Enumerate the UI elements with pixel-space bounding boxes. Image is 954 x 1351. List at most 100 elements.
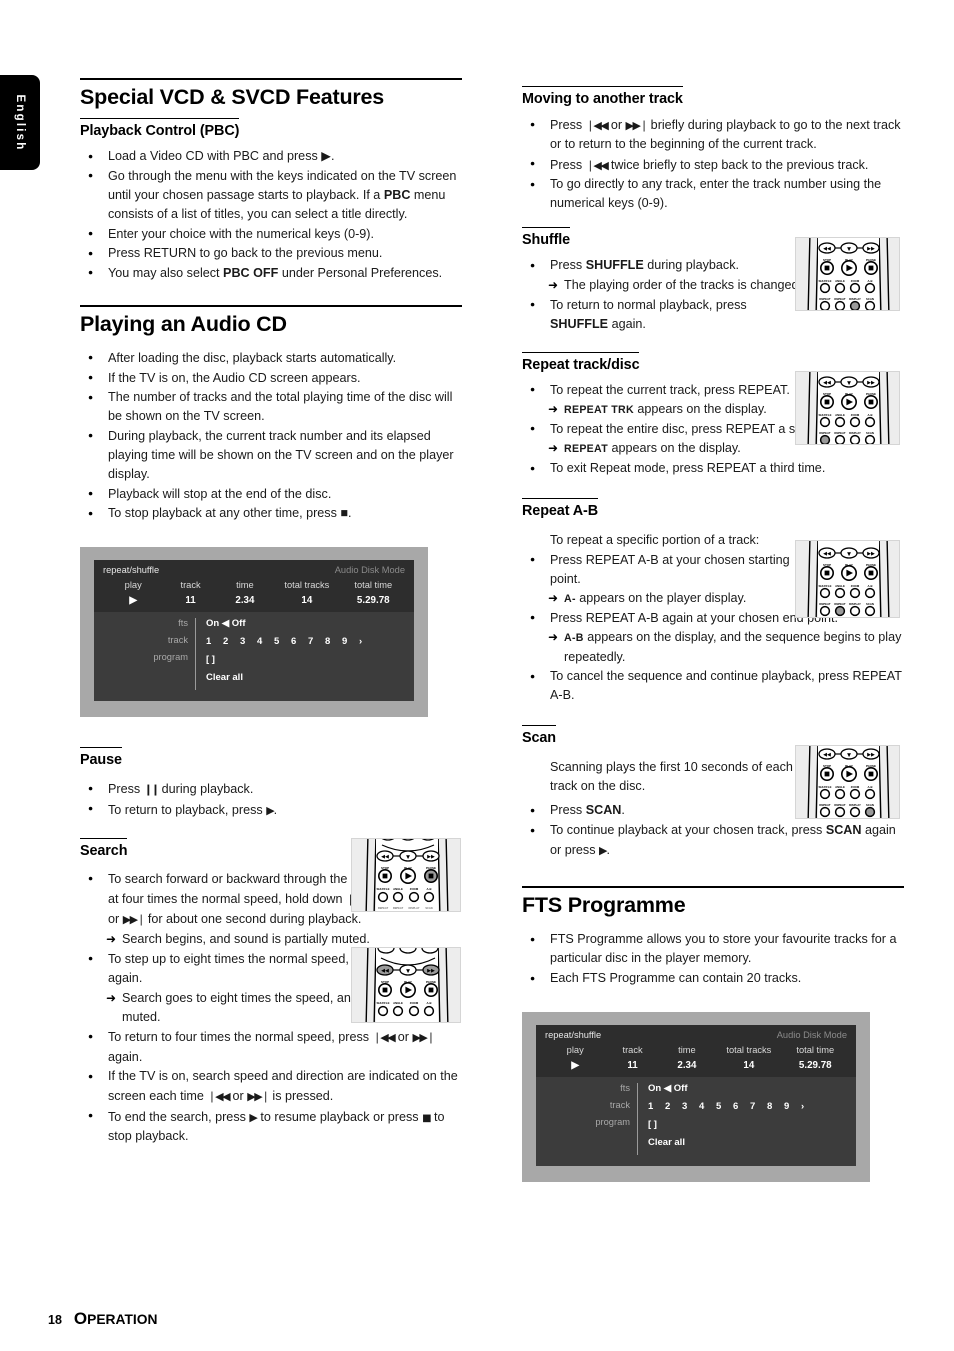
tv-inner-panel: repeat/shuffle Audio Disk Mode play trac… — [94, 560, 414, 702]
list-item: If the TV is on, search speed and direct… — [80, 1067, 462, 1106]
list-item-text: Load a Video CD with PBC and press ▶. — [108, 149, 335, 164]
svg-text:ANGLE: ANGLE — [835, 279, 845, 283]
svg-text:DISPLAY: DISPLAY — [849, 803, 861, 807]
svg-text:REPEAT: REPEAT — [393, 906, 404, 910]
list-item: Press RETURN to go back to the previous … — [80, 244, 462, 264]
remote-svg: ◀◀ ▼ ▶▶ STOP PLAY PAUSE SHUFFLE ANGLE ZO… — [796, 372, 899, 444]
svg-text:A-B: A-B — [868, 413, 873, 417]
svg-text:SCAN: SCAN — [866, 803, 874, 807]
svg-text:▼: ▼ — [406, 969, 410, 975]
footer-section-initial: O — [73, 1309, 88, 1328]
list-fts: FTS Programme allows you to store your f… — [522, 930, 904, 989]
list-moving: Press or briefly during playback to go t… — [522, 114, 904, 213]
svg-text:▼: ▼ — [847, 247, 851, 253]
tv-program-value[interactable]: [ ] — [648, 1119, 818, 1130]
svg-text:SHUFFLE: SHUFFLE — [377, 887, 390, 891]
svg-text:SHUFFLE: SHUFFLE — [819, 279, 832, 283]
svg-text:ZOOM: ZOOM — [851, 413, 860, 417]
tv-col-play: play — [566, 1045, 584, 1056]
tv-val-time: 2.34 — [677, 1060, 697, 1072]
list-item-text: To exit Repeat mode, press REPEAT a thir… — [550, 461, 826, 476]
svg-text:A-B: A-B — [427, 1001, 432, 1005]
list-item: Press SHUFFLE during playback. — [522, 256, 802, 276]
tv-val-track: 11 — [627, 1060, 638, 1072]
language-tab: English — [0, 75, 40, 170]
svg-text:▶▶: ▶▶ — [867, 551, 875, 557]
list-item: If the TV is on, the Audio CD screen app… — [80, 368, 462, 388]
svg-text:▶▶: ▶▶ — [867, 380, 875, 386]
tv-val-play: ▶ — [129, 595, 137, 607]
svg-text:REPEAT: REPEAT — [834, 431, 845, 435]
svg-text:ANGLE: ANGLE — [835, 413, 845, 417]
tv-label-program: program — [153, 652, 188, 663]
svg-text:ZOOM: ZOOM — [851, 785, 860, 789]
list-item-text: Press REPEAT A-B at your chosen starting… — [550, 552, 790, 586]
tv-clear-all[interactable]: Clear all — [648, 1137, 818, 1148]
svg-text:A-B: A-B — [868, 785, 873, 789]
tv-val-time: 2.34 — [235, 595, 255, 607]
list-item: FTS Programme allows you to store your f… — [522, 930, 904, 968]
tv-program-value[interactable]: [ ] — [206, 654, 376, 665]
heading-pause: Pause — [80, 747, 122, 769]
svg-text:REPEAT: REPEAT — [819, 297, 830, 301]
tv-val-play: ▶ — [571, 1060, 579, 1072]
svg-text:◀◀: ◀◀ — [823, 551, 831, 557]
remote-svg: ◀◀ ▼ ▶▶ STOP PLAY PAUSE SHUFFLE ANGLE ZO… — [796, 238, 899, 310]
tv-title: repeat/shuffle — [103, 565, 160, 576]
list-item: Press REPEAT A-B at your chosen starting… — [522, 550, 794, 589]
list-item: To stop playback at any other time, pres… — [80, 504, 462, 524]
svg-text:DISPLAY: DISPLAY — [849, 602, 861, 606]
svg-text:ZOOM: ZOOM — [410, 1001, 419, 1005]
list-item-text: Enter your choice with the numerical key… — [108, 226, 374, 241]
list-item: Press during playback. — [80, 779, 360, 799]
svg-text:▶▶: ▶▶ — [427, 854, 435, 860]
list-item-text: To cancel the sequence and continue play… — [550, 669, 902, 703]
tv-track-numbers[interactable]: 1 2 3 4 5 6 7 8 9 › — [206, 636, 376, 647]
list-item: Load a Video CD with PBC and press ▶. — [80, 147, 462, 167]
svg-text:SCAN: SCAN — [866, 431, 874, 435]
svg-text:◀◀: ◀◀ — [823, 246, 831, 252]
list-item: Playback will stop at the end of the dis… — [80, 484, 462, 504]
svg-text:REPEAT: REPEAT — [834, 602, 845, 606]
list-item-intro: Scanning plays the first 10 seconds of e… — [522, 758, 794, 796]
svg-text:ANGLE: ANGLE — [393, 1001, 403, 1005]
svg-text:◀◀: ◀◀ — [381, 968, 389, 974]
list-item: To end the search, press to resume playb… — [80, 1106, 462, 1146]
svg-text:REPEAT: REPEAT — [834, 803, 845, 807]
list-item-text: Scanning plays the first 10 seconds of e… — [550, 760, 793, 794]
svg-text:◀◀: ◀◀ — [823, 752, 831, 758]
list-item-text: FTS Programme allows you to store your f… — [550, 932, 897, 966]
tv-val-total-time: 5.29.78 — [356, 595, 390, 607]
heading-search: Search — [80, 837, 128, 860]
svg-text:◀◀: ◀◀ — [823, 380, 831, 386]
remote-svg: ◀◀ ▼ ▶▶ STOP PLAY PAUSE SHUFFLE ANGLE ZO… — [352, 839, 460, 911]
heading-playback-control: Playback Control (PBC) — [80, 118, 239, 140]
tv-value-row: ▶ 11 2.34 14 5.29.78 — [545, 1060, 847, 1071]
svg-text:DISPLAY: DISPLAY — [849, 297, 861, 301]
svg-text:DISPLAY: DISPLAY — [408, 906, 419, 910]
list-item: Press twice briefly to step back to the … — [522, 154, 904, 175]
tv-fts-value[interactable]: On ◀ Off — [648, 1083, 818, 1094]
list-item: Each FTS Programme can contain 20 tracks… — [522, 969, 904, 989]
tv-val-total-tracks: 14 — [301, 595, 313, 607]
tv-track-numbers[interactable]: 1 2 3 4 5 6 7 8 9 › — [648, 1101, 818, 1112]
list-item: Go through the menu with the keys indica… — [80, 166, 462, 224]
page-title-fts-programme: FTS Programme — [522, 886, 904, 918]
svg-text:REPEAT: REPEAT — [819, 803, 830, 807]
list-item: During playback, the current track numbe… — [80, 426, 462, 484]
heading-repeat-ab: Repeat A-B — [522, 498, 598, 520]
svg-text:▼: ▼ — [847, 753, 851, 759]
list-item-text: Search begins, and sound is partially mu… — [122, 931, 370, 946]
svg-text:▶▶: ▶▶ — [867, 752, 875, 758]
tv-fts-value[interactable]: On ◀ Off — [206, 618, 376, 629]
tv-val-total-time: 5.29.78 — [798, 1060, 832, 1072]
list-item: The number of tracks and the total playi… — [80, 388, 462, 426]
tv-row-labels: fts track program — [103, 618, 196, 691]
svg-text:REPEAT: REPEAT — [834, 297, 845, 301]
svg-text:▶▶: ▶▶ — [427, 968, 435, 974]
tv-label-fts: fts — [620, 1083, 630, 1094]
svg-text:DISPLAY: DISPLAY — [849, 431, 861, 435]
list-item-text: If the TV is on, the Audio CD screen app… — [108, 370, 361, 385]
tv-clear-all[interactable]: Clear all — [206, 672, 376, 683]
list-item-text: After loading the disc, playback starts … — [108, 350, 397, 365]
